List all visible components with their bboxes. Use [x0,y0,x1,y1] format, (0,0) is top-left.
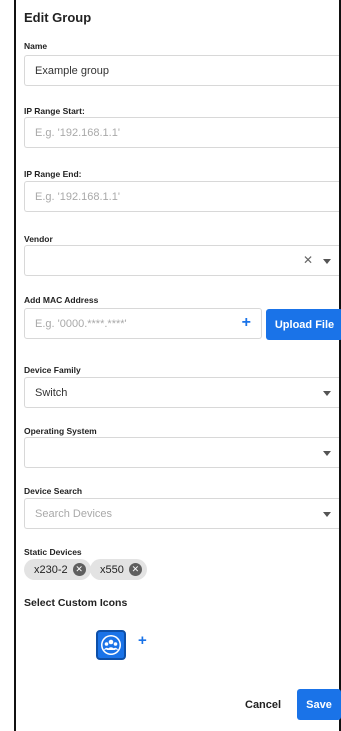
ip-range-start-label: IP Range Start: [24,106,85,116]
save-button[interactable]: Save [297,689,341,720]
device-search-placeholder: Search Devices [35,508,113,520]
device-chip: x550 ✕ [90,559,147,580]
device-family-select[interactable]: Switch [24,377,339,408]
dialog-title: Edit Group [24,10,92,25]
close-icon[interactable]: ✕ [303,254,313,266]
vendor-label: Vendor [24,234,53,244]
static-devices-label: Static Devices [24,547,82,557]
group-icon-graphic [101,635,121,655]
ip-range-start-field[interactable]: E.g. '192.168.1.1' [24,117,339,148]
device-family-value: Switch [35,387,68,399]
chevron-down-icon[interactable] [323,451,331,456]
mac-address-placeholder: E.g. '0000.****.****' [35,318,127,330]
remove-chip-icon[interactable]: ✕ [128,563,142,576]
device-search-select[interactable]: Search Devices [24,498,339,529]
operating-system-label: Operating System [24,426,97,436]
device-chip-label: x230-2 [34,563,68,576]
plus-icon[interactable]: + [242,315,251,331]
device-search-label: Device Search [24,486,83,496]
name-value: Example group [35,65,109,77]
name-field[interactable]: Example group [24,55,339,86]
vendor-select[interactable]: ✕ [24,245,339,276]
ip-range-start-placeholder: E.g. '192.168.1.1' [35,127,120,139]
device-family-label: Device Family [24,365,81,375]
mac-address-label: Add MAC Address [24,295,99,305]
edit-group-dialog: Edit Group Name Example group IP Range S… [14,0,341,731]
device-chip-label: x550 [100,563,124,576]
group-icon[interactable] [96,630,126,660]
plus-icon[interactable]: + [138,633,329,649]
mac-address-input[interactable]: E.g. '0000.****.****' + [24,308,262,339]
chevron-down-icon[interactable] [323,512,331,517]
ip-range-end-label: IP Range End: [24,169,82,179]
custom-icons-label: Select Custom Icons [24,597,128,609]
chevron-down-icon[interactable] [323,391,331,396]
device-chip: x230-2 ✕ [24,559,91,580]
ip-range-end-placeholder: E.g. '192.168.1.1' [35,191,120,203]
name-label: Name [24,41,48,51]
upload-file-button[interactable]: Upload File [266,309,341,340]
chevron-down-icon[interactable] [323,259,331,264]
remove-chip-icon[interactable]: ✕ [72,563,86,576]
operating-system-select[interactable] [24,437,339,468]
cancel-button[interactable]: Cancel [245,699,281,711]
ip-range-end-field[interactable]: E.g. '192.168.1.1' [24,181,339,212]
